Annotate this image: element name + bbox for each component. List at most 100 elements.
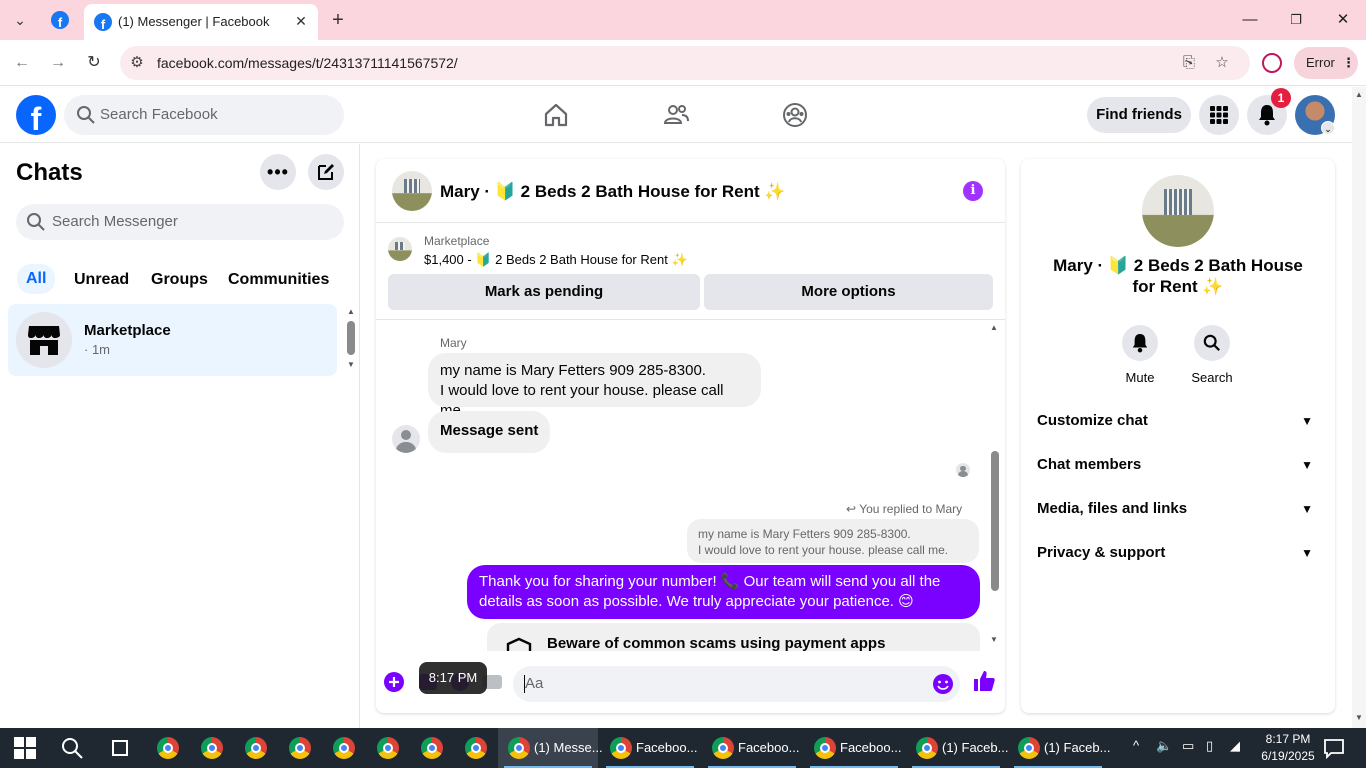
- tab-messenger[interactable]: f (1) Messenger | Facebook ✕: [84, 4, 318, 40]
- thumbs-up-icon[interactable]: [972, 669, 996, 693]
- chrome-pinned-4[interactable]: [289, 737, 311, 759]
- section-privacy-support[interactable]: Privacy & support ▼: [1037, 533, 1319, 573]
- restore-window-button[interactable]: ❐: [1284, 8, 1308, 32]
- battery-icon[interactable]: ▯: [1206, 738, 1213, 754]
- search-label: Search: [1191, 370, 1233, 385]
- display-icon[interactable]: ▭: [1182, 738, 1194, 754]
- chat-options-button[interactable]: •••: [260, 154, 296, 190]
- facebook-logo-icon[interactable]: f: [16, 95, 56, 135]
- notification-badge: 1: [1271, 88, 1291, 108]
- chrome-pinned-6[interactable]: [377, 737, 399, 759]
- tab-search-chevron-icon[interactable]: ⌄: [6, 6, 34, 34]
- thread-scrollbar[interactable]: ▲ ▼: [988, 321, 1002, 651]
- address-bar[interactable]: ⚙ facebook.com/messages/t/24313711141567…: [120, 46, 1250, 80]
- chat-list-scrollbar[interactable]: ▲ ▼: [344, 307, 358, 369]
- chrome-pinned-1[interactable]: [157, 737, 179, 759]
- chrome-pinned-7[interactable]: [421, 737, 443, 759]
- minimize-window-button[interactable]: —: [1238, 8, 1262, 32]
- task-view-icon[interactable]: [108, 736, 132, 760]
- site-info-icon[interactable]: ⚙: [126, 52, 148, 74]
- mark-as-pending-button[interactable]: Mark as pending: [388, 274, 700, 310]
- windows-start-icon[interactable]: [13, 736, 37, 760]
- home-icon[interactable]: [542, 101, 570, 129]
- close-window-button[interactable]: ✕: [1331, 8, 1355, 32]
- section-chat-members[interactable]: Chat members ▼: [1037, 445, 1319, 485]
- listing-small-thumbnail[interactable]: [388, 237, 412, 261]
- wifi-icon[interactable]: ◢: [1230, 738, 1240, 754]
- filter-groups[interactable]: Groups: [151, 266, 208, 294]
- section-media-files-links[interactable]: Media, files and links ▼: [1037, 489, 1319, 529]
- outgoing-message[interactable]: Thank you for sharing your number! 📞 Our…: [467, 565, 980, 619]
- quoted-message[interactable]: my name is Mary Fetters 909 285-8300. I …: [687, 519, 979, 563]
- incoming-message[interactable]: my name is Mary Fetters 909 285-8300. I …: [428, 353, 761, 419]
- filter-unread[interactable]: Unread: [74, 266, 129, 294]
- show-hidden-icons-chevron-icon[interactable]: ^: [1133, 738, 1139, 753]
- emoji-icon[interactable]: [932, 673, 954, 695]
- close-tab-icon[interactable]: ✕: [292, 12, 310, 30]
- friends-icon[interactable]: [662, 101, 690, 129]
- page-scrollbar[interactable]: ▲ ▼: [1352, 87, 1366, 728]
- search-conversation-action[interactable]: Search: [1182, 325, 1242, 385]
- scroll-thumb[interactable]: [347, 321, 355, 355]
- profile-icon[interactable]: [1262, 53, 1282, 73]
- back-button[interactable]: ←: [10, 51, 34, 75]
- filter-all[interactable]: All: [17, 264, 56, 294]
- listing-thumbnail[interactable]: [392, 171, 432, 211]
- mute-action[interactable]: Mute: [1110, 325, 1170, 385]
- new-tab-button[interactable]: +: [324, 6, 352, 34]
- incoming-message-sent[interactable]: Message sent: [428, 411, 551, 453]
- scroll-down-icon[interactable]: ▼: [990, 635, 998, 644]
- groups-icon[interactable]: [781, 101, 809, 129]
- taskbar-window-2[interactable]: Faceboo...: [600, 728, 700, 768]
- conversation-info-icon[interactable]: i: [963, 181, 983, 201]
- chat-item-marketplace[interactable]: Marketplace · 1m: [8, 304, 337, 376]
- chrome-pinned-2[interactable]: [201, 737, 223, 759]
- bookmark-star-icon[interactable]: ☆: [1211, 52, 1233, 74]
- taskbar-window-6[interactable]: (1) Faceb...: [1008, 728, 1110, 768]
- scroll-up-icon[interactable]: ▲: [1355, 90, 1363, 99]
- reload-button[interactable]: ↻: [82, 51, 106, 75]
- chrome-pinned-5[interactable]: [333, 737, 355, 759]
- error-menu-button[interactable]: Error ⋮: [1294, 47, 1358, 79]
- plus-actions-icon[interactable]: [383, 671, 405, 693]
- scroll-down-icon[interactable]: ▼: [347, 360, 355, 369]
- scroll-down-icon[interactable]: ▼: [1355, 713, 1363, 722]
- sender-avatar[interactable]: [392, 425, 420, 453]
- pinned-tab-facebook[interactable]: f: [46, 6, 74, 34]
- listing-price-title[interactable]: $1,400 - 🔰 2 Beds 2 Bath House for Rent …: [424, 252, 688, 268]
- messenger-search-input[interactable]: Search Messenger: [16, 204, 344, 240]
- info-panel-title: Mary · 🔰 2 Beds 2 Bath House for Rent ✨: [1053, 256, 1303, 296]
- notification-center-icon[interactable]: [1323, 737, 1345, 759]
- taskbar-window-1[interactable]: (1) Messe...: [498, 728, 603, 768]
- new-message-button[interactable]: [308, 154, 344, 190]
- more-options-button[interactable]: More options: [704, 274, 993, 310]
- scroll-thumb[interactable]: [991, 451, 999, 591]
- compose-icon: [318, 164, 334, 180]
- menu-button[interactable]: [1199, 95, 1239, 135]
- account-chevron-icon[interactable]: ⌄: [1321, 121, 1335, 135]
- message-input[interactable]: Aa: [513, 666, 960, 702]
- speaker-icon[interactable]: 🔈: [1156, 738, 1172, 754]
- chrome-pinned-3[interactable]: [245, 737, 267, 759]
- filter-communities[interactable]: Communities: [228, 266, 329, 294]
- facebook-search-input[interactable]: Search Facebook: [64, 95, 344, 135]
- conversation-title[interactable]: Mary · 🔰 2 Beds 2 Bath House for Rent ✨: [440, 182, 786, 202]
- chrome-icon: [712, 737, 734, 759]
- taskbar-window-4[interactable]: Faceboo...: [804, 728, 904, 768]
- install-app-icon[interactable]: ⎘: [1178, 52, 1200, 74]
- bell-icon: [1259, 105, 1275, 126]
- chrome-pinned-8[interactable]: [465, 737, 487, 759]
- listing-profile-picture[interactable]: [1142, 175, 1214, 247]
- section-customize-chat[interactable]: Customize chat ▼: [1037, 401, 1319, 441]
- scroll-up-icon[interactable]: ▲: [347, 307, 355, 316]
- taskbar-window-5[interactable]: (1) Faceb...: [906, 728, 1008, 768]
- search-icon[interactable]: [60, 736, 84, 760]
- scam-warning-card[interactable]: Beware of common scams using payment app…: [487, 623, 980, 651]
- taskbar-window-3[interactable]: Faceboo...: [702, 728, 802, 768]
- messenger-search-placeholder: Search Messenger: [52, 213, 178, 230]
- forward-button[interactable]: →: [46, 51, 70, 75]
- url-text[interactable]: facebook.com/messages/t/2431371114156757…: [157, 55, 458, 71]
- scroll-up-icon[interactable]: ▲: [990, 323, 998, 332]
- system-clock[interactable]: 8:17 PM 6/19/2025: [1255, 731, 1321, 765]
- find-friends-button[interactable]: Find friends: [1087, 97, 1191, 133]
